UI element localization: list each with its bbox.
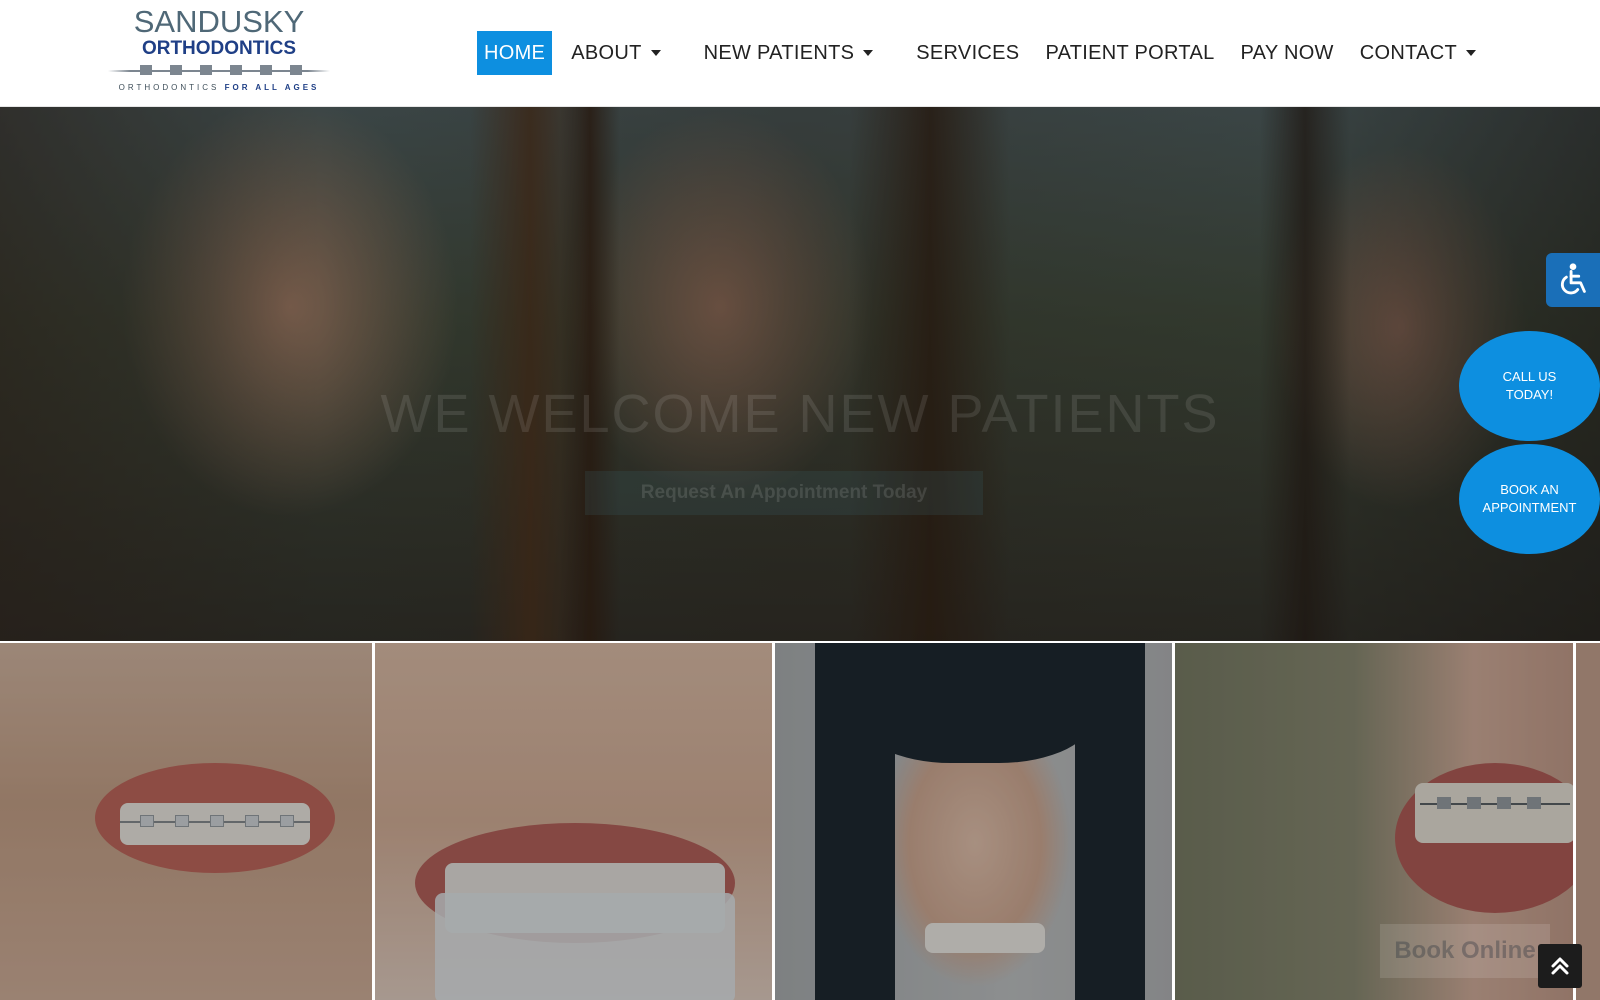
nav-item-label: PAY NOW [1240, 41, 1334, 64]
hero-banner: WE WELCOME NEW PATIENTS Request An Appoi… [0, 107, 1600, 641]
double-chevron-up-icon [1551, 957, 1569, 975]
nav-item-new-patients[interactable]: NEW PATIENTS [704, 31, 874, 75]
gallery-photo-clear-aligner [375, 643, 772, 1000]
book-appointment-button[interactable]: BOOK AN APPOINTMENT [1459, 444, 1600, 554]
hero-headline: WE WELCOME NEW PATIENTS [380, 384, 1220, 444]
accessibility-button[interactable] [1546, 253, 1600, 307]
logo-tagline: ORTHODONTICS FOR ALL AGES [108, 83, 330, 92]
nav-item-label: SERVICES [916, 41, 1020, 64]
logo-title: SANDUSKY [133, 4, 305, 39]
nav-item-label: CONTACT [1359, 41, 1458, 64]
nav-item-pay-now[interactable]: PAY NOW [1241, 31, 1334, 75]
nav-item-label: HOME [484, 41, 546, 64]
nav-item-patient-portal[interactable]: PATIENT PORTAL [1045, 31, 1214, 75]
caret-down-icon [863, 50, 874, 56]
gallery-photo-clear-braces [0, 643, 372, 1000]
book-line-2: APPOINTMENT [1482, 500, 1577, 515]
photo-gallery [0, 641, 1600, 1000]
caret-down-icon [1466, 50, 1477, 56]
nav-item-label: ABOUT [571, 41, 642, 64]
main-nav: HOME ABOUT NEW PATIENTS SERVICES PATIENT… [477, 31, 1477, 75]
nav-item-home[interactable]: HOME [477, 31, 553, 75]
logo-subtitle: ORTHODONTICS [141, 38, 297, 59]
site-logo[interactable]: SANDUSKY ORTHODONTICS ORTHODONTICS FOR A… [108, 6, 330, 102]
book-online-button[interactable]: Book Online [1380, 924, 1550, 978]
logo-tagline-prefix: ORTHODONTICS [118, 83, 220, 92]
nav-item-contact[interactable]: CONTACT [1359, 31, 1477, 75]
nav-item-label: PATIENT PORTAL [1045, 41, 1215, 64]
request-appointment-button[interactable]: Request An Appointment Today [585, 471, 983, 515]
nav-item-label: NEW PATIENTS [703, 41, 855, 64]
wheelchair-icon [1560, 263, 1586, 295]
nav-item-services[interactable]: SERVICES [916, 31, 1019, 75]
nav-item-about[interactable]: ABOUT [571, 31, 661, 75]
gallery-photo-smiling-girl [775, 643, 1172, 1000]
call-line-1: CALL US [1502, 369, 1557, 384]
site-header: SANDUSKY ORTHODONTICS ORTHODONTICS FOR A… [0, 0, 1600, 107]
logo-braces-graphic [108, 62, 330, 78]
logo-tagline-suffix: FOR ALL AGES [224, 83, 320, 92]
caret-down-icon [650, 50, 661, 56]
call-line-2: TODAY! [1505, 387, 1554, 402]
scroll-to-top-button[interactable] [1538, 944, 1582, 988]
call-us-button[interactable]: CALL US TODAY! [1459, 331, 1600, 441]
book-line-1: BOOK AN [1500, 482, 1559, 497]
